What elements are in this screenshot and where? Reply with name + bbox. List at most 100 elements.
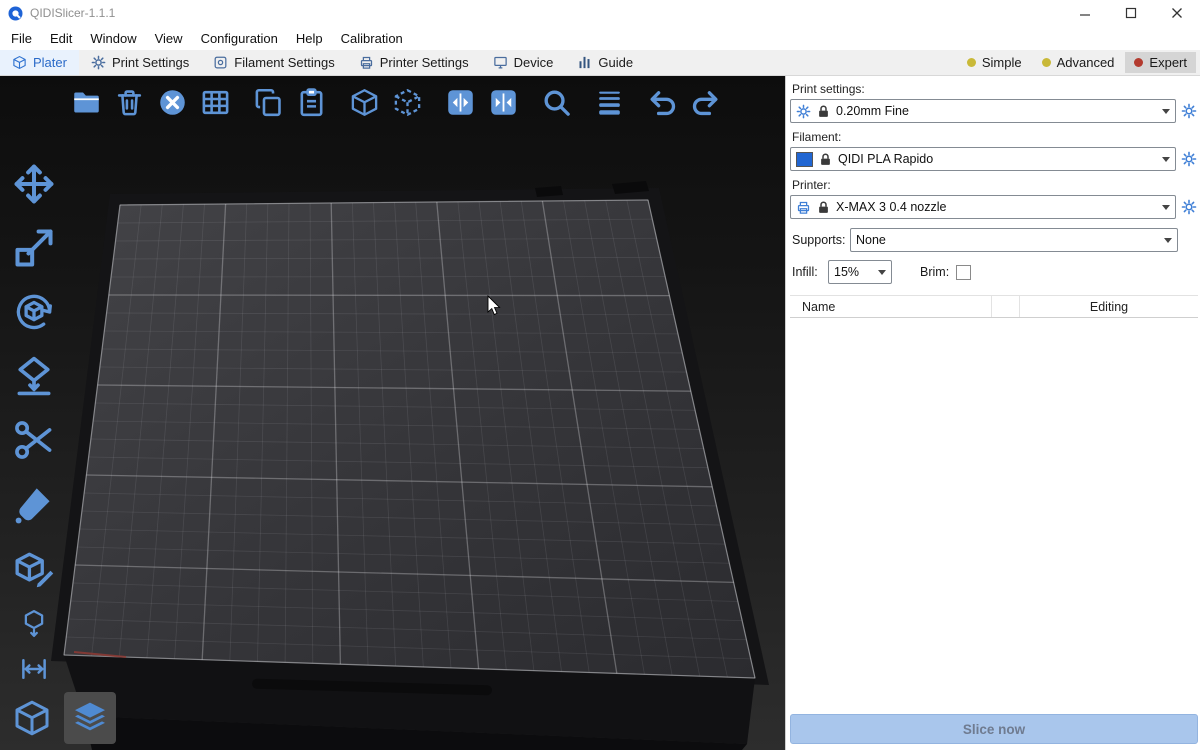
- top-toolbar: [66, 82, 725, 122]
- name-column-header: Name: [790, 296, 992, 317]
- remove-instance-button[interactable]: [387, 82, 427, 122]
- search-button[interactable]: [536, 82, 576, 122]
- tab-printer-settings-label: Printer Settings: [380, 55, 469, 70]
- guide-tab-icon: [577, 55, 592, 70]
- maximize-button[interactable]: [1108, 0, 1154, 26]
- tab-filament-settings[interactable]: Filament Settings: [201, 50, 346, 75]
- menu-view[interactable]: View: [146, 31, 192, 46]
- minimize-button[interactable]: [1062, 0, 1108, 26]
- printer-settings-tab-icon: [359, 55, 374, 70]
- redo-button[interactable]: [685, 82, 725, 122]
- search-icon: [541, 87, 572, 118]
- filament-combo[interactable]: QIDI PLA Rapido: [790, 147, 1176, 171]
- advanced-mode-dot-icon: [1042, 58, 1051, 67]
- slice-now-button[interactable]: Slice now: [790, 714, 1198, 744]
- split-objects-icon: [445, 87, 476, 118]
- undo-button[interactable]: [642, 82, 682, 122]
- measure-tool-button[interactable]: [7, 652, 61, 686]
- menu-help[interactable]: Help: [287, 31, 332, 46]
- print-settings-gear-button[interactable]: [1180, 101, 1198, 121]
- paint-support-button[interactable]: [7, 478, 61, 530]
- circle-x-icon: [157, 87, 188, 118]
- copy-icon: [253, 87, 284, 118]
- scale-tool-button[interactable]: [7, 222, 61, 274]
- brim-checkbox[interactable]: [956, 265, 971, 280]
- device-tab-icon: [493, 55, 508, 70]
- variable-layer-height-button[interactable]: [589, 82, 629, 122]
- open-folder-icon: [71, 87, 102, 118]
- emboss-tool-button[interactable]: [7, 542, 61, 594]
- tab-guide[interactable]: Guide: [565, 50, 645, 75]
- copy-button[interactable]: [248, 82, 288, 122]
- menu-configuration[interactable]: Configuration: [192, 31, 287, 46]
- gear-icon: [1181, 199, 1197, 215]
- tab-print-settings-label: Print Settings: [112, 55, 189, 70]
- emboss-icon: [12, 546, 56, 590]
- tab-printer-settings[interactable]: Printer Settings: [347, 50, 481, 75]
- gear-icon: [1181, 103, 1197, 119]
- place-on-face-button[interactable]: [7, 350, 61, 402]
- split-parts-icon: [488, 87, 519, 118]
- mode-advanced-label: Advanced: [1057, 55, 1115, 70]
- paste-button[interactable]: [291, 82, 331, 122]
- brim-label: Brim:: [920, 265, 949, 279]
- 3d-viewport[interactable]: [0, 76, 785, 750]
- cube-icon: [349, 87, 380, 118]
- redo-arrow-icon: [690, 87, 721, 118]
- editor-view-button[interactable]: [6, 692, 58, 744]
- mode-switcher: Simple Advanced Expert: [958, 50, 1200, 75]
- tab-filament-settings-label: Filament Settings: [234, 55, 334, 70]
- build-plate: [0, 76, 785, 750]
- chevron-down-icon: [1157, 148, 1175, 170]
- tab-print-settings[interactable]: Print Settings: [79, 50, 201, 75]
- infill-value: 15%: [834, 265, 868, 279]
- arrange-button[interactable]: [195, 82, 235, 122]
- mode-expert[interactable]: Expert: [1125, 52, 1196, 73]
- menu-calibration[interactable]: Calibration: [332, 31, 412, 46]
- lock-icon: [818, 152, 833, 167]
- open-button[interactable]: [66, 82, 106, 122]
- add-instance-button[interactable]: [344, 82, 384, 122]
- menu-file[interactable]: File: [2, 31, 41, 46]
- print-settings-combo[interactable]: 0.20mm Fine: [790, 99, 1176, 123]
- mode-simple[interactable]: Simple: [958, 52, 1031, 73]
- split-to-objects-button[interactable]: [440, 82, 480, 122]
- infill-combo[interactable]: 15%: [828, 260, 892, 284]
- chevron-down-icon: [1159, 229, 1177, 251]
- menu-edit[interactable]: Edit: [41, 31, 81, 46]
- expert-mode-dot-icon: [1134, 58, 1143, 67]
- close-button[interactable]: [1154, 0, 1200, 26]
- lock-icon: [816, 200, 831, 215]
- sink-tool-button[interactable]: [7, 606, 61, 640]
- chevron-down-icon: [873, 261, 891, 283]
- preset-gear-icon: [796, 104, 811, 119]
- filament-gear-button[interactable]: [1180, 149, 1198, 169]
- paint-support-icon: [12, 482, 56, 526]
- supports-combo[interactable]: None: [850, 228, 1178, 252]
- filament-color-swatch: [796, 152, 813, 167]
- supports-label: Supports:: [792, 233, 850, 247]
- printer-gear-button[interactable]: [1180, 197, 1198, 217]
- mode-advanced[interactable]: Advanced: [1033, 52, 1124, 73]
- preview-view-button[interactable]: [64, 692, 116, 744]
- delete-all-button[interactable]: [152, 82, 192, 122]
- arrange-grid-icon: [200, 87, 231, 118]
- tab-device[interactable]: Device: [481, 50, 566, 75]
- scissors-icon: [12, 418, 56, 462]
- filament-settings-tab-icon: [213, 55, 228, 70]
- move-tool-button[interactable]: [7, 158, 61, 210]
- cut-tool-button[interactable]: [7, 414, 61, 466]
- object-list-header: Name Editing: [790, 295, 1198, 318]
- object-list[interactable]: [790, 318, 1198, 714]
- delete-button[interactable]: [109, 82, 149, 122]
- tab-plater[interactable]: Plater: [0, 50, 79, 75]
- split-to-parts-button[interactable]: [483, 82, 523, 122]
- rotate-tool-button[interactable]: [7, 286, 61, 338]
- left-toolbar: [6, 158, 62, 686]
- place-on-face-icon: [12, 354, 56, 398]
- printer-icon: [796, 200, 811, 215]
- printer-combo[interactable]: X-MAX 3 0.4 nozzle: [790, 195, 1176, 219]
- menu-window[interactable]: Window: [81, 31, 145, 46]
- view-switcher: [6, 692, 116, 744]
- filament-label: Filament:: [792, 130, 1198, 144]
